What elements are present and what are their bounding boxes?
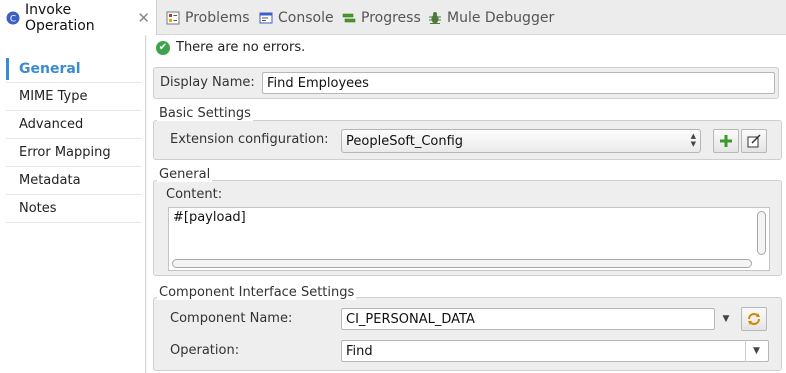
properties-main: ✔ There are no errors. Display Name: Fin… xyxy=(147,35,786,373)
tab-problems[interactable]: Problems xyxy=(166,0,250,35)
general-legend: General xyxy=(157,167,213,182)
plus-icon xyxy=(720,135,732,147)
sidebar-item-error-mapping[interactable]: Error Mapping xyxy=(6,139,142,167)
tab-progress[interactable]: Progress xyxy=(342,0,421,35)
sidebar-item-label: General xyxy=(19,60,81,77)
sidebar-item-label: Metadata xyxy=(19,173,81,188)
display-name-field[interactable]: Find Employees xyxy=(262,72,775,94)
spinner-arrows-icon: ▲ ▼ xyxy=(690,132,696,148)
basic-settings-legend: Basic Settings xyxy=(157,106,253,121)
tab-label: Invoke Operation xyxy=(25,2,95,34)
sidebar-item-advanced[interactable]: Advanced xyxy=(6,111,142,139)
add-configuration-button[interactable] xyxy=(713,129,739,153)
tab-invoke-operation[interactable]: C Invoke Operation ✕ xyxy=(0,0,157,36)
content-vertical-scrollbar[interactable] xyxy=(757,211,766,255)
problems-icon xyxy=(166,11,180,25)
sidebar-item-mime-type[interactable]: MIME Type xyxy=(6,83,142,111)
display-name-panel: Display Name: Find Employees xyxy=(153,67,779,99)
sidebar-item-label: MIME Type xyxy=(19,89,88,104)
tab-label: Problems xyxy=(185,9,250,26)
close-icon[interactable]: ✕ xyxy=(137,9,150,27)
console-icon xyxy=(259,11,273,25)
refresh-icon xyxy=(748,313,760,325)
component-interface-group: Component Name: CI_PERSONAL_DATA ▼ Opera… xyxy=(153,297,782,371)
tab-label: Mule Debugger xyxy=(447,9,555,26)
check-circle-icon: ✔ xyxy=(156,40,170,55)
operation-label: Operation: xyxy=(170,343,240,358)
component-name-field[interactable]: CI_PERSONAL_DATA xyxy=(341,308,715,330)
tab-label: Progress xyxy=(361,9,421,26)
properties-sidebar: General MIME Type Advanced Error Mapping… xyxy=(0,35,146,373)
component-interface-legend: Component Interface Settings xyxy=(157,285,357,300)
edit-configuration-button[interactable] xyxy=(741,129,767,153)
sidebar-item-metadata[interactable]: Metadata xyxy=(6,167,142,195)
operation-dropdown-icon[interactable]: ▼ xyxy=(745,340,767,362)
sidebar-item-label: Notes xyxy=(19,201,57,216)
content-label: Content: xyxy=(166,187,223,202)
tab-console[interactable]: Console xyxy=(259,0,334,35)
sidebar-item-label: Error Mapping xyxy=(19,145,111,160)
sidebar-item-general[interactable]: General xyxy=(6,55,142,83)
tab-mule-debugger[interactable]: Mule Debugger xyxy=(428,0,554,35)
component-name-dropdown[interactable]: ▼ xyxy=(715,308,737,330)
content-horizontal-scrollbar[interactable] xyxy=(172,259,752,268)
sidebar-item-label: Advanced xyxy=(19,117,84,132)
extension-configuration-value: PeopleSoft_Config xyxy=(346,133,464,149)
edit-icon xyxy=(747,134,761,148)
svg-text:C: C xyxy=(10,15,16,25)
status-message: There are no errors. xyxy=(176,40,306,55)
content-value: #[payload] xyxy=(173,210,246,225)
component-name-label: Component Name: xyxy=(170,311,293,326)
extension-configuration-select[interactable]: PeopleSoft_Config ▲ ▼ xyxy=(341,129,701,153)
display-name-label: Display Name: xyxy=(160,75,255,90)
operation-select[interactable]: Find xyxy=(341,340,769,362)
extension-configuration-label: Extension configuration: xyxy=(170,132,329,147)
basic-settings-group: Extension configuration: PeopleSoft_Conf… xyxy=(153,120,782,160)
component-name-value: CI_PERSONAL_DATA xyxy=(346,311,475,327)
refresh-components-button[interactable] xyxy=(741,307,767,331)
progress-icon xyxy=(342,11,356,25)
debugger-icon xyxy=(428,11,442,25)
view-tab-bar: C Invoke Operation ✕ Problems Console Pr… xyxy=(0,0,786,36)
tab-label: Console xyxy=(278,9,334,26)
validation-status: ✔ There are no errors. xyxy=(156,40,305,55)
mule-operation-icon: C xyxy=(6,11,20,25)
operation-value: Find xyxy=(346,343,373,359)
general-group: Content: #[payload] xyxy=(153,180,782,276)
sidebar-item-notes[interactable]: Notes xyxy=(6,195,142,223)
